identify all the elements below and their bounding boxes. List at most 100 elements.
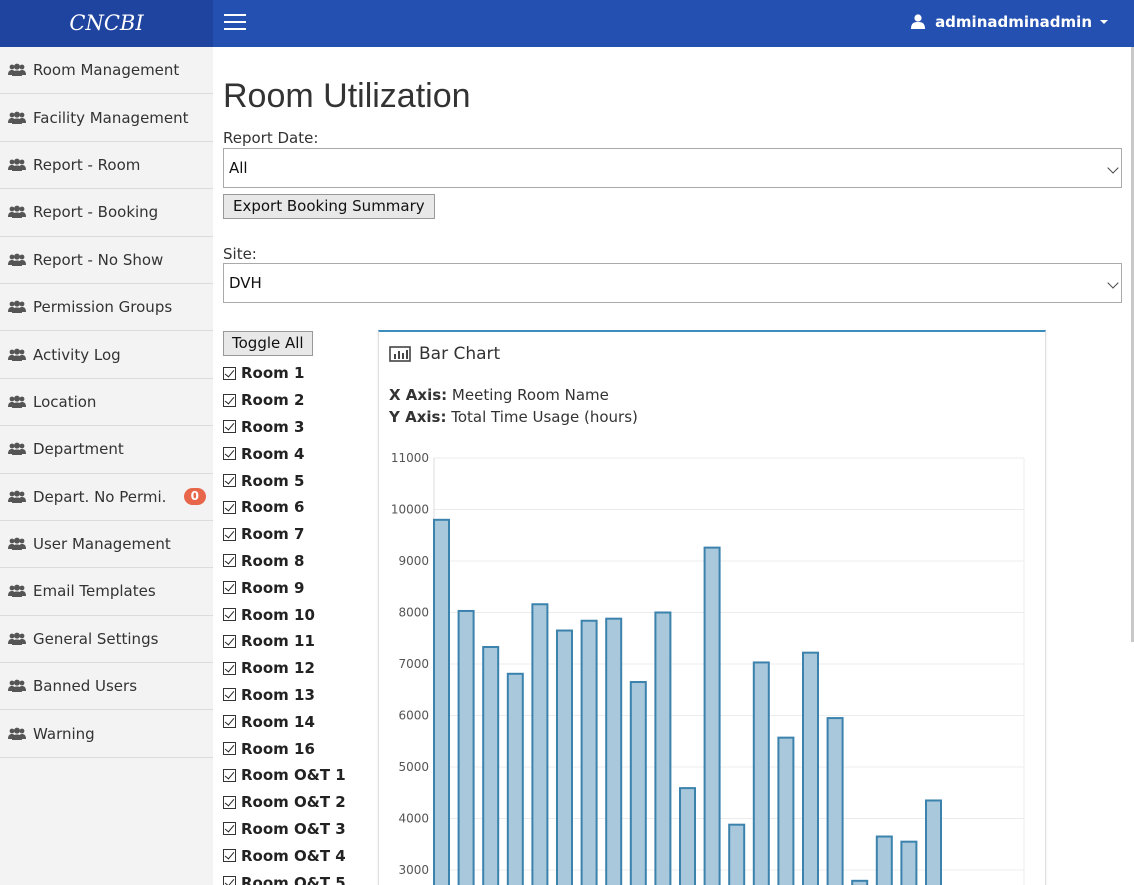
site-select[interactable]: DVH (223, 263, 1122, 303)
bar[interactable] (605, 617, 623, 885)
checkbox[interactable] (223, 876, 236, 885)
checkbox[interactable] (223, 420, 236, 434)
sidebar-item-activity-log[interactable]: Activity Log (0, 331, 213, 379)
room-checkbox-row[interactable]: Room 12 (223, 655, 346, 682)
sidebar-item-label: Room Management (33, 61, 180, 80)
checkbox[interactable] (223, 661, 236, 675)
room-label: Room O&T 3 (241, 819, 346, 838)
checkbox[interactable] (223, 500, 236, 514)
report-date-value: All (229, 159, 248, 177)
room-checkbox-row[interactable]: Room 7 (223, 521, 346, 548)
room-checkbox-row[interactable]: Room 14 (223, 708, 346, 735)
checkbox[interactable] (223, 795, 236, 809)
sidebar-item-report-booking[interactable]: Report - Booking (0, 189, 213, 237)
checkbox[interactable] (223, 715, 236, 729)
room-checkbox-row[interactable]: Room 4 (223, 440, 346, 467)
room-checkbox-row[interactable]: Room 9 (223, 574, 346, 601)
room-checkbox-row[interactable]: Room 3 (223, 414, 346, 441)
bar[interactable] (433, 518, 450, 885)
checkbox[interactable] (223, 768, 236, 782)
sidebar-item-general-settings[interactable]: General Settings (0, 616, 213, 664)
bar[interactable] (580, 619, 598, 885)
toggle-all-button[interactable]: Toggle All (223, 331, 313, 356)
room-label: Room O&T 5 (241, 873, 346, 885)
bar[interactable] (728, 823, 746, 885)
checkbox[interactable] (223, 822, 236, 836)
bar[interactable] (826, 717, 844, 885)
export-booking-summary-button[interactable]: Export Booking Summary (223, 194, 435, 219)
room-checkbox-row[interactable]: Room 5 (223, 467, 346, 494)
room-checkbox-row[interactable]: Room 10 (223, 601, 346, 628)
bar[interactable] (900, 840, 918, 885)
sidebar-item-facility-management[interactable]: Facility Management (0, 94, 213, 142)
bar[interactable] (629, 681, 647, 885)
sidebar-item-department[interactable]: Department (0, 426, 213, 474)
checkbox[interactable] (223, 366, 236, 380)
sidebar-item-email-templates[interactable]: Email Templates (0, 568, 213, 616)
bar[interactable] (851, 879, 869, 885)
sidebar-item-warning[interactable]: Warning (0, 710, 213, 758)
bar[interactable] (925, 799, 942, 885)
checkbox[interactable] (223, 474, 236, 488)
room-label: Room 2 (241, 391, 305, 410)
checkbox[interactable] (223, 849, 236, 863)
room-checkbox-row[interactable]: Room 2 (223, 387, 346, 414)
room-checkbox-row[interactable]: Room 6 (223, 494, 346, 521)
y-tick-label: 7000 (398, 657, 429, 671)
room-checkbox-row[interactable]: Room 13 (223, 682, 346, 709)
sidebar-item-depart-no-permi[interactable]: Depart. No Permi. 0 (0, 474, 213, 521)
bar[interactable] (802, 651, 819, 885)
room-label: Room 11 (241, 632, 315, 651)
checkbox[interactable] (223, 742, 236, 756)
user-icon (911, 14, 926, 29)
room-checkbox-row[interactable]: Room 11 (223, 628, 346, 655)
menu-toggle-icon[interactable] (224, 14, 246, 32)
report-date-select[interactable]: All (223, 148, 1122, 188)
room-checkbox-row[interactable]: Room 16 (223, 735, 346, 762)
caret-down-icon (1100, 20, 1108, 24)
bar[interactable] (482, 646, 500, 885)
room-checkbox-row[interactable]: Room O&T 2 (223, 789, 346, 816)
checkbox[interactable] (223, 554, 236, 568)
bar[interactable] (506, 672, 524, 885)
sidebar-item-permission-groups[interactable]: Permission Groups (0, 284, 213, 332)
bar[interactable] (531, 603, 549, 885)
room-label: Room O&T 1 (241, 766, 346, 785)
room-checkbox-row[interactable]: Room 1 (223, 360, 346, 387)
bar[interactable] (875, 835, 893, 885)
checkbox[interactable] (223, 581, 236, 595)
checkbox[interactable] (223, 393, 236, 407)
room-checkbox-row[interactable]: Room O&T 5 (223, 869, 346, 885)
y-axis-description: Y Axis: Total Time Usage (hours) (389, 408, 638, 426)
room-checkbox-row[interactable]: Room 8 (223, 548, 346, 575)
users-icon (8, 679, 26, 693)
room-checkbox-row[interactable]: Room O&T 1 (223, 762, 346, 789)
checkbox[interactable] (223, 634, 236, 648)
sidebar-item-user-management[interactable]: User Management (0, 521, 213, 569)
sidebar-item-room-management[interactable]: Room Management (0, 47, 213, 95)
sidebar-item-banned-users[interactable]: Banned Users (0, 663, 213, 711)
room-label: Room 1 (241, 364, 305, 383)
brand-logo[interactable]: CNCBI (0, 0, 213, 47)
room-checkbox-row[interactable]: Room O&T 3 (223, 816, 346, 843)
checkbox[interactable] (223, 608, 236, 622)
sidebar-item-report-no-show[interactable]: Report - No Show (0, 237, 213, 284)
users-icon (8, 537, 26, 551)
bar[interactable] (556, 629, 573, 885)
checkbox[interactable] (223, 688, 236, 702)
bar[interactable] (703, 546, 721, 885)
y-tick-label: 5000 (398, 760, 429, 774)
sidebar-item-report-room[interactable]: Report - Room (0, 142, 213, 190)
user-menu[interactable]: adminadminadmin (911, 0, 1108, 47)
bar[interactable] (679, 787, 696, 885)
sidebar-item-location[interactable]: Location (0, 379, 213, 427)
room-checkbox-row[interactable]: Room O&T 4 (223, 842, 346, 869)
bar[interactable] (457, 609, 475, 885)
checkbox[interactable] (223, 527, 236, 541)
bar[interactable] (752, 661, 770, 885)
sidebar-item-label: Activity Log (33, 345, 121, 364)
bar[interactable] (654, 611, 672, 885)
checkbox[interactable] (223, 447, 236, 461)
bar[interactable] (777, 736, 795, 885)
y-tick-label: 4000 (398, 812, 429, 826)
